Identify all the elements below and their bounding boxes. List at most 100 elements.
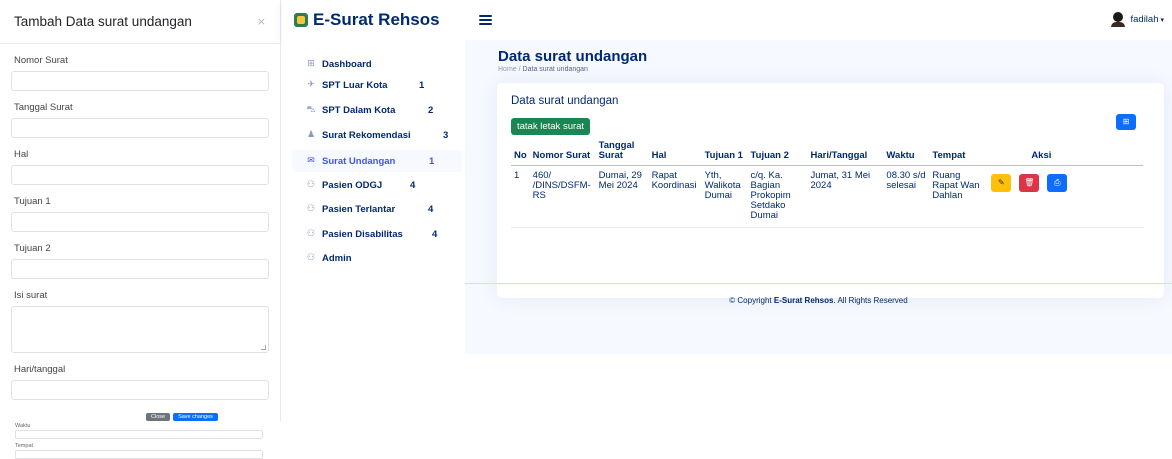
sidebar-item-spt-dalam-kota[interactable]: ⛍ SPT Dalam Kota 2 bbox=[292, 99, 462, 121]
table-row: 1 460/ /DINS/DSFM-RS Dumai, 29 Mei 2024 … bbox=[511, 165, 1143, 228]
print-button[interactable]: ⎙ bbox=[1047, 173, 1068, 192]
cell-no: 1 bbox=[511, 165, 530, 228]
count-badge: 3 bbox=[443, 129, 449, 141]
sidebar-item-label: Pasien Disabilitas bbox=[322, 228, 403, 240]
sidebar-item-surat-undangan[interactable]: ✉ Surat Undangan 1 bbox=[292, 150, 462, 172]
tanggal-surat-label: Tanggal Surat bbox=[14, 102, 73, 113]
hal-label: Hal bbox=[14, 149, 29, 160]
tujuan2-label: Tujuan 2 bbox=[14, 243, 51, 254]
airplane-icon: ✈ bbox=[307, 80, 315, 90]
count-badge: 1 bbox=[429, 155, 435, 167]
modal-title: Tambah Data surat undangan bbox=[14, 14, 192, 29]
main-content: Data surat undangan Home / Data surat un… bbox=[465, 40, 1172, 354]
nomor-surat-input[interactable] bbox=[11, 71, 269, 91]
sidebar-item-label: Surat Undangan bbox=[322, 155, 396, 167]
sidebar-item-label: Pasien Terlantar bbox=[322, 203, 396, 215]
sidebar-item-spt-luar-kota[interactable]: ✈ SPT Luar Kota 1 bbox=[292, 74, 462, 96]
data-card: Data surat undangan ⊞ tatak letak surat … bbox=[497, 83, 1164, 298]
tanggal-surat-input[interactable] bbox=[11, 118, 269, 138]
close-icon[interactable]: × bbox=[257, 15, 266, 28]
sidebar-item-surat-rekomendasi[interactable]: ♟ Surat Rekomendasi 3 bbox=[292, 124, 462, 146]
waktu-input[interactable] bbox=[15, 430, 263, 439]
col-no: No bbox=[511, 139, 530, 166]
edit-button[interactable]: ✎ bbox=[991, 173, 1012, 192]
table-header-row: No Nomor Surat Tanggal Surat Hal Tujuan … bbox=[511, 139, 1143, 166]
invitation-form: Nomor Surat Tanggal Surat Hal Tujuan 1 T… bbox=[0, 44, 280, 459]
sidebar-item-label: Pasien ODGJ bbox=[322, 179, 383, 191]
tujuan1-input[interactable] bbox=[11, 212, 269, 232]
add-invitation-modal: Tambah Data surat undangan × Nomor Surat… bbox=[0, 0, 281, 459]
cell-hal: Rapat Koordinasi bbox=[648, 165, 702, 228]
logo-icon bbox=[294, 13, 308, 27]
sidebar-item-pasien-odgj[interactable]: ⚇ Pasien ODGJ 4 bbox=[292, 174, 462, 196]
col-nomor-surat: Nomor Surat bbox=[529, 139, 596, 166]
sidebar-item-pasien-disabilitas[interactable]: ⚇ Pasien Disabilitas 4 bbox=[292, 223, 462, 245]
cell-actions: ✎ 🗑 ⎙ bbox=[983, 165, 1143, 228]
tempat-input[interactable] bbox=[15, 450, 263, 459]
people-icon: ⚇ bbox=[306, 229, 316, 239]
app-logo[interactable]: E-Surat Rehsos bbox=[294, 10, 477, 30]
count-badge: 4 bbox=[410, 179, 416, 191]
people-icon: ⚇ bbox=[306, 253, 316, 263]
hari-tanggal-label: Hari/tanggal bbox=[14, 364, 66, 375]
sidebar-item-label: SPT Dalam Kota bbox=[322, 104, 396, 116]
count-badge: 1 bbox=[419, 79, 425, 91]
tujuan1-label: Tujuan 1 bbox=[14, 196, 51, 207]
menu-toggle-icon[interactable] bbox=[479, 15, 492, 25]
footer: © Copyright E-Surat Rehsos. All Rights R… bbox=[465, 283, 1172, 305]
save-changes-button[interactable]: Save changes bbox=[173, 413, 218, 421]
breadcrumb-current: Data surat undangan bbox=[522, 66, 588, 73]
col-tujuan1: Tujuan 1 bbox=[701, 139, 748, 166]
count-badge: 4 bbox=[428, 203, 434, 215]
invitation-table: No Nomor Surat Tanggal Surat Hal Tujuan … bbox=[511, 139, 1143, 228]
sidebar-item-pasien-terlantar[interactable]: ⚇ Pasien Terlantar 4 bbox=[292, 198, 462, 220]
cell-waktu: 08.30 s/d selesai bbox=[883, 165, 930, 228]
avatar bbox=[1111, 12, 1126, 27]
isi-surat-textarea[interactable] bbox=[11, 306, 269, 353]
page-title: Data surat undangan bbox=[498, 48, 648, 65]
footer-brand: E-Surat Rehsos bbox=[773, 296, 834, 305]
col-hal: Hal bbox=[648, 139, 702, 166]
grid-icon: ⊞ bbox=[307, 59, 315, 69]
col-waktu: Waktu bbox=[883, 139, 930, 166]
cell-tempat: Ruang Rapat Wan Dahlan bbox=[929, 165, 984, 228]
breadcrumb-separator: / bbox=[518, 66, 521, 73]
cell-hari-tanggal: Jumat, 31 Mei 2024 bbox=[807, 165, 884, 228]
breadcrumb-home[interactable]: Home bbox=[498, 66, 517, 73]
car-icon: ⛍ bbox=[306, 104, 316, 115]
modal-footer: Close Save changes bbox=[146, 413, 218, 421]
sidebar-item-label: SPT Luar Kota bbox=[322, 79, 388, 91]
card-title: Data surat undangan bbox=[511, 95, 619, 107]
close-button[interactable]: Close bbox=[146, 413, 171, 421]
sidebar-item-label: Admin bbox=[322, 252, 352, 264]
sidebar-item-dashboard[interactable]: ⊞ Dashboard bbox=[292, 53, 462, 75]
user-menu[interactable]: fadilah ▾ bbox=[1111, 12, 1164, 27]
hal-input[interactable] bbox=[11, 165, 269, 185]
tujuan2-input[interactable] bbox=[11, 259, 269, 279]
sidebar-item-label: Surat Rekomendasi bbox=[322, 129, 411, 141]
cell-nomor-surat: 460/ /DINS/DSFM-RS bbox=[529, 165, 596, 228]
top-header: E-Surat Rehsos fadilah ▾ bbox=[282, 0, 1172, 40]
letter-layout-button[interactable]: tatak letak surat bbox=[511, 118, 591, 135]
people-icon: ⚇ bbox=[306, 204, 316, 214]
modal-header: Tambah Data surat undangan × bbox=[0, 0, 280, 44]
app-name: E-Surat Rehsos bbox=[313, 10, 440, 29]
sidebar: ⊞ Dashboard ✈ SPT Luar Kota 1 ⛍ SPT Dala… bbox=[282, 40, 465, 421]
delete-button[interactable]: 🗑 bbox=[1019, 173, 1040, 192]
hari-tanggal-input[interactable] bbox=[11, 380, 269, 400]
tempat-label: Tempat bbox=[15, 443, 34, 449]
sidebar-item-admin[interactable]: ⚇ Admin bbox=[292, 247, 462, 269]
add-button[interactable]: ⊞ bbox=[1116, 114, 1136, 130]
cell-tanggal-surat: Dumai, 29 Mei 2024 bbox=[595, 165, 649, 228]
waktu-label: Waktu bbox=[15, 423, 31, 429]
footer-prefix: © Copyright bbox=[729, 296, 772, 305]
count-badge: 2 bbox=[428, 104, 434, 116]
chevron-down-icon: ▾ bbox=[1160, 15, 1164, 24]
count-badge: 4 bbox=[432, 228, 438, 240]
page-title-block: Data surat undangan Home / Data surat un… bbox=[498, 48, 647, 73]
col-hari-tanggal: Hari/Tanggal bbox=[807, 139, 884, 166]
footer-suffix: . All Rights Reserved bbox=[833, 296, 908, 305]
people-icon: ⚇ bbox=[306, 180, 316, 190]
nomor-surat-label: Nomor Surat bbox=[14, 55, 68, 66]
col-tujuan2: Tujuan 2 bbox=[747, 139, 808, 166]
